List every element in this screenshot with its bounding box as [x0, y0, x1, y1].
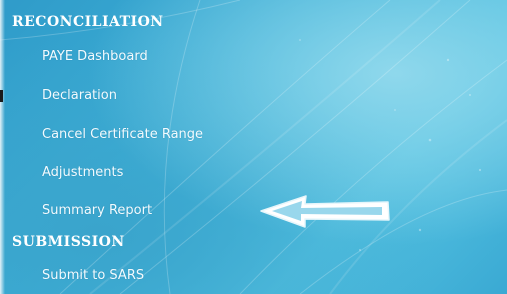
menu-item-summary-report[interactable]: Summary Report	[42, 203, 152, 218]
section-header-submission: SUBMISSION	[12, 234, 125, 250]
navigation-panel: RECONCILIATION PAYE Dashboard Declaratio…	[0, 0, 507, 294]
section-header-reconciliation: RECONCILIATION	[12, 14, 164, 30]
panel-edge	[0, 0, 5, 294]
bullet-marker	[0, 90, 3, 102]
menu-item-adjustments[interactable]: Adjustments	[42, 165, 123, 180]
menu-item-cancel-certificate-range[interactable]: Cancel Certificate Range	[42, 127, 203, 142]
menu-item-declaration[interactable]: Declaration	[42, 88, 117, 103]
menu-item-paye-dashboard[interactable]: PAYE Dashboard	[42, 49, 148, 64]
menu-item-submit-to-sars[interactable]: Submit to SARS	[42, 268, 144, 283]
left-arrow-icon	[260, 195, 390, 228]
